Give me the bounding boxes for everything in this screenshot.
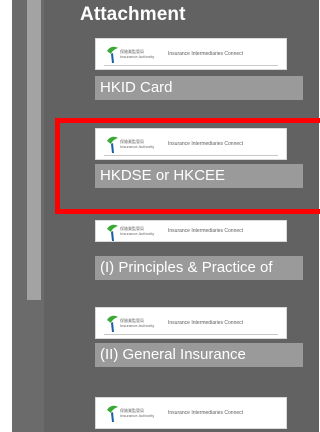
attachment-name: HKDSE or HKCEE [95, 164, 303, 188]
attachment-thumbnail[interactable]: 保險業監管局 Insurance Authority Insurance Int… [95, 38, 287, 70]
thumbnail-header-text: Insurance Intermediaries Connect [168, 410, 244, 416]
thumbnail-header-text: Insurance Intermediaries Connect [168, 51, 244, 57]
attachment-thumbnail[interactable]: 保險業監管局 Insurance Authority Insurance Int… [95, 128, 287, 160]
thumbnail-header-text: Insurance Intermediaries Connect [168, 228, 244, 234]
thumbnail-divider [104, 155, 278, 156]
attachment-thumbnail[interactable]: 保險業監管局 Insurance Authority Insurance Int… [95, 397, 287, 429]
insurance-authority-logo-icon [107, 315, 118, 332]
attachment-thumbnail[interactable]: 保險業監管局 Insurance Authority Insurance Int… [95, 220, 287, 242]
section-title: Attachment [80, 4, 186, 25]
logo-text: 保險業監管局 Insurance Authority [120, 49, 155, 59]
logo-text: 保險業監管局 Insurance Authority [120, 226, 155, 236]
attachment-name: HKID Card [95, 76, 303, 100]
thumbnail-divider [104, 65, 278, 66]
attachment-thumbnail[interactable]: 保險業監管局 Insurance Authority Insurance Int… [95, 307, 287, 339]
thumbnail-header-text: Insurance Intermediaries Connect [168, 141, 244, 147]
left-scrollbar[interactable] [27, 0, 41, 300]
logo-text: 保險業監管局 Insurance Authority [120, 408, 155, 418]
insurance-authority-logo-icon [107, 46, 118, 63]
insurance-authority-logo-icon [107, 136, 118, 153]
thumbnail-divider [104, 334, 278, 335]
insurance-authority-logo-icon [107, 405, 118, 422]
left-margin [0, 0, 12, 432]
insurance-authority-logo-icon [107, 224, 118, 241]
attachment-name: (II) General Insurance [95, 343, 303, 367]
thumbnail-header-text: Insurance Intermediaries Connect [168, 320, 244, 326]
logo-text: 保險業監管局 Insurance Authority [120, 139, 155, 149]
attachment-name: (I) Principles & Practice of [95, 256, 303, 280]
logo-text: 保險業監管局 Insurance Authority [120, 318, 155, 328]
